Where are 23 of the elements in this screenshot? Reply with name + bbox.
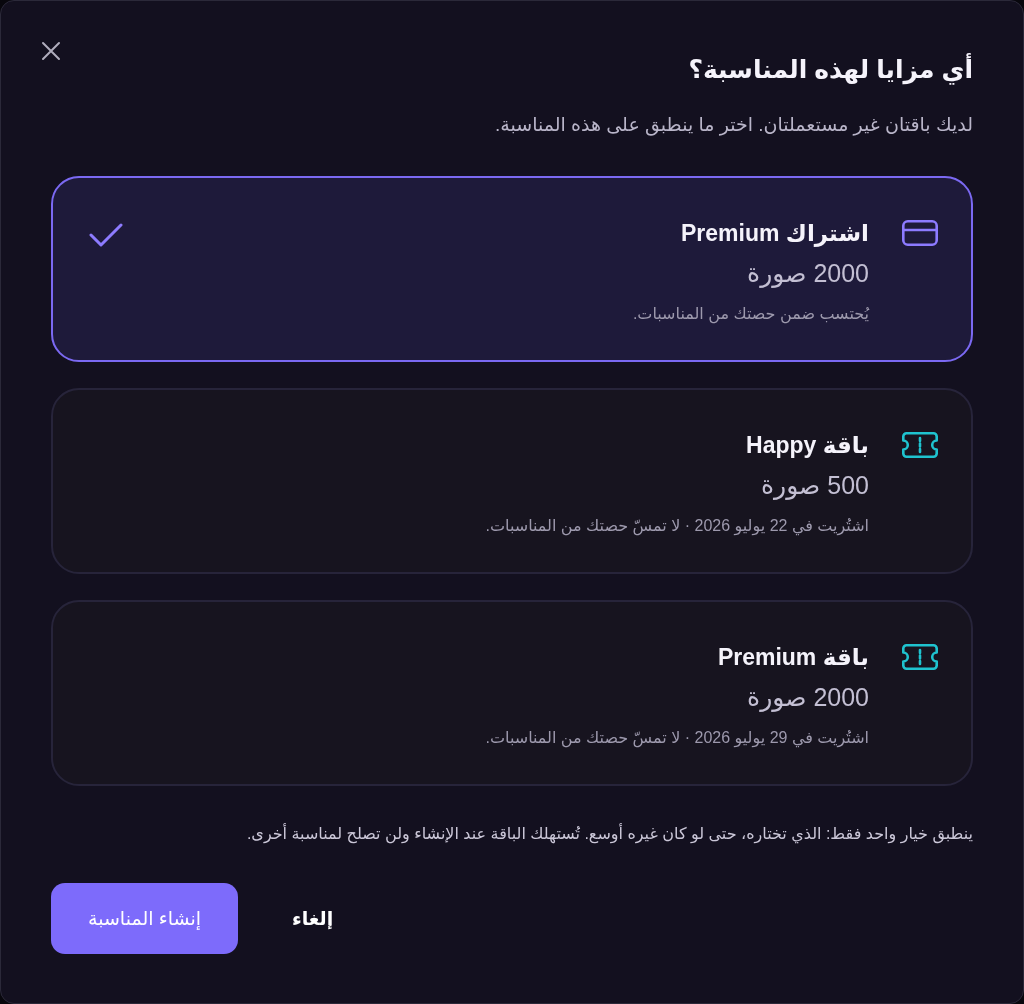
option-card[interactable]: اشتراك Premium 2000 صورة يُحتسب ضمن حصتك من المناسبات. xyxy=(51,176,973,362)
option-title: باقة Happy xyxy=(746,431,869,460)
close-icon xyxy=(39,39,63,63)
option-title: اشتراك Premium xyxy=(681,219,869,248)
option-note: اشتُريت في 29 يوليو 2026 · لا تمسّ حصتك من المناسبات. xyxy=(485,728,869,750)
footer-note: ينطبق خيار واحد فقط: الذي تختاره، حتى لو كان غيره أوسع. تُستهلك الباقة عند الإنشاء ولن تصلح لمناسبة أخرى. xyxy=(245,822,973,846)
ticket-icon xyxy=(902,644,938,670)
credit-card-icon xyxy=(902,220,938,246)
check-icon xyxy=(89,222,123,248)
option-photo-count: 500 صورة xyxy=(761,470,869,501)
option-note: يُحتسب ضمن حصتك من المناسبات. xyxy=(632,304,869,326)
ticket-icon xyxy=(902,432,938,458)
cancel-button[interactable]: إلغاء xyxy=(272,883,354,954)
option-note: اشتُريت في 22 يوليو 2026 · لا تمسّ حصتك من المناسبات. xyxy=(485,516,869,538)
option-title: باقة Premium xyxy=(717,643,869,672)
create-button[interactable]: إنشاء المناسبة xyxy=(51,883,238,954)
option-photo-count: 2000 صورة xyxy=(747,258,869,289)
option-card[interactable]: باقة Happy 500 صورة اشتُريت في 22 يوليو 2026 · لا تمسّ حصتك من المناسبات. xyxy=(51,388,973,574)
option-card[interactable]: باقة Premium 2000 صورة اشتُريت في 29 يوليو 2026 · لا تمسّ حصتك من المناسبات. xyxy=(51,600,973,786)
dialog-title: أي مزايا لهذه المناسبة؟ xyxy=(687,53,973,85)
dialog-subtitle: لديك باقتان غير مستعملتان. اختر ما ينطبق على هذه المناسبة. xyxy=(495,113,973,138)
option-photo-count: 2000 صورة xyxy=(747,682,869,713)
close-button[interactable] xyxy=(39,39,63,63)
